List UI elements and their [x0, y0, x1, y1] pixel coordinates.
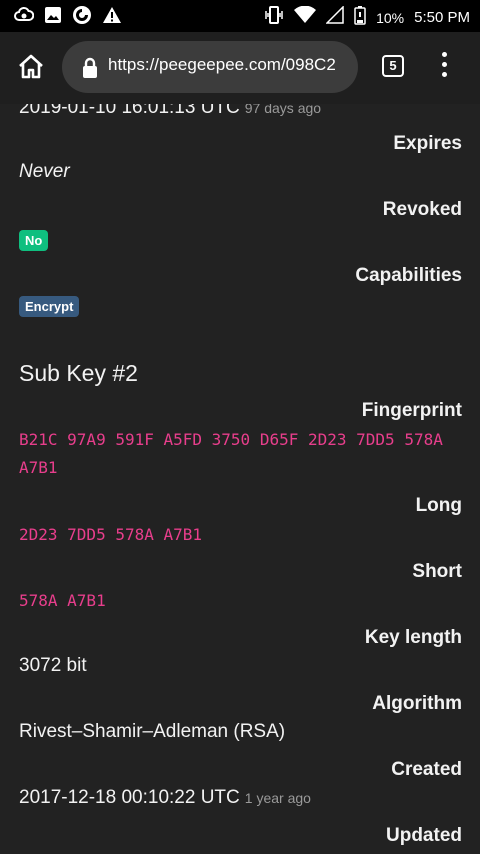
fingerprint-label: Fingerprint	[361, 400, 462, 421]
created-value: 2017-12-18 00:10:22 UTC	[19, 787, 240, 808]
firefox-icon	[72, 5, 92, 30]
fingerprint-line: A7B1	[19, 458, 58, 477]
short-value: 578A A7B1	[19, 591, 106, 610]
updated-label: Updated	[386, 825, 462, 846]
fingerprint-line: B21C 97A9 591F A5FD 3750 D65F 2D23 7DD5 …	[19, 430, 443, 449]
menu-dot-icon	[441, 62, 447, 67]
battery-percent: 10%	[376, 9, 405, 26]
capabilities-label: Capabilities	[355, 265, 462, 286]
page-content: 2019-01-10 16:01:13 UTC 97 days ago Expir…	[0, 104, 480, 854]
key-length-label: Key length	[364, 627, 462, 648]
subkey-heading: Sub Key #2	[19, 360, 138, 386]
algorithm-value: Rivest–Shamir–Adleman (RSA)	[19, 721, 286, 742]
created-row: 2017-12-18 00:10:22 UTC 1 year ago	[19, 787, 311, 809]
long-label: Long	[415, 495, 462, 516]
url-text[interactable]: https://peegeepee.com/098C2	[108, 55, 352, 75]
tab-switcher-button[interactable]: 5	[382, 55, 404, 77]
created-label: Created	[391, 759, 462, 780]
battery-icon	[354, 5, 366, 30]
short-label: Short	[412, 561, 462, 582]
warning-icon	[102, 6, 122, 29]
menu-dot-icon	[441, 72, 447, 77]
lock-icon	[80, 57, 100, 79]
capability-badge: Encrypt	[19, 296, 80, 317]
expires-value: Never	[19, 161, 70, 182]
clock: 5:50 PM	[414, 9, 470, 26]
created-ago: 1 year ago	[244, 790, 311, 806]
algorithm-label: Algorithm	[372, 693, 462, 714]
vibrate-icon	[264, 5, 284, 30]
menu-dot-icon	[441, 52, 447, 57]
status-bar: 10% 5:50 PM	[0, 0, 480, 32]
image-icon	[44, 6, 62, 29]
overflow-menu-button[interactable]	[434, 52, 454, 82]
expires-label: Expires	[393, 133, 462, 154]
previous-date-row: 2019-01-10 16:01:13 UTC 97 days ago	[19, 104, 321, 119]
browser-toolbar: https://peegeepee.com/098C2 5	[0, 32, 480, 104]
signal-icon	[325, 5, 344, 29]
previous-date-ago: 97 days ago	[244, 104, 322, 116]
wifi-icon	[294, 5, 317, 29]
previous-date: 2019-01-10 16:01:13 UTC	[19, 104, 240, 118]
home-button[interactable]	[16, 52, 46, 82]
revoked-label: Revoked	[382, 199, 462, 220]
cloud-sync-icon	[14, 6, 35, 29]
revoked-badge: No	[19, 230, 49, 251]
home-icon	[19, 54, 43, 79]
long-value: 2D23 7DD5 578A A7B1	[19, 525, 203, 544]
key-length-value: 3072 bit	[19, 655, 87, 676]
fingerprint-value: B21C 97A9 591F A5FD 3750 D65F 2D23 7DD5 …	[19, 426, 469, 482]
url-bar[interactable]: https://peegeepee.com/098C2	[62, 41, 358, 93]
